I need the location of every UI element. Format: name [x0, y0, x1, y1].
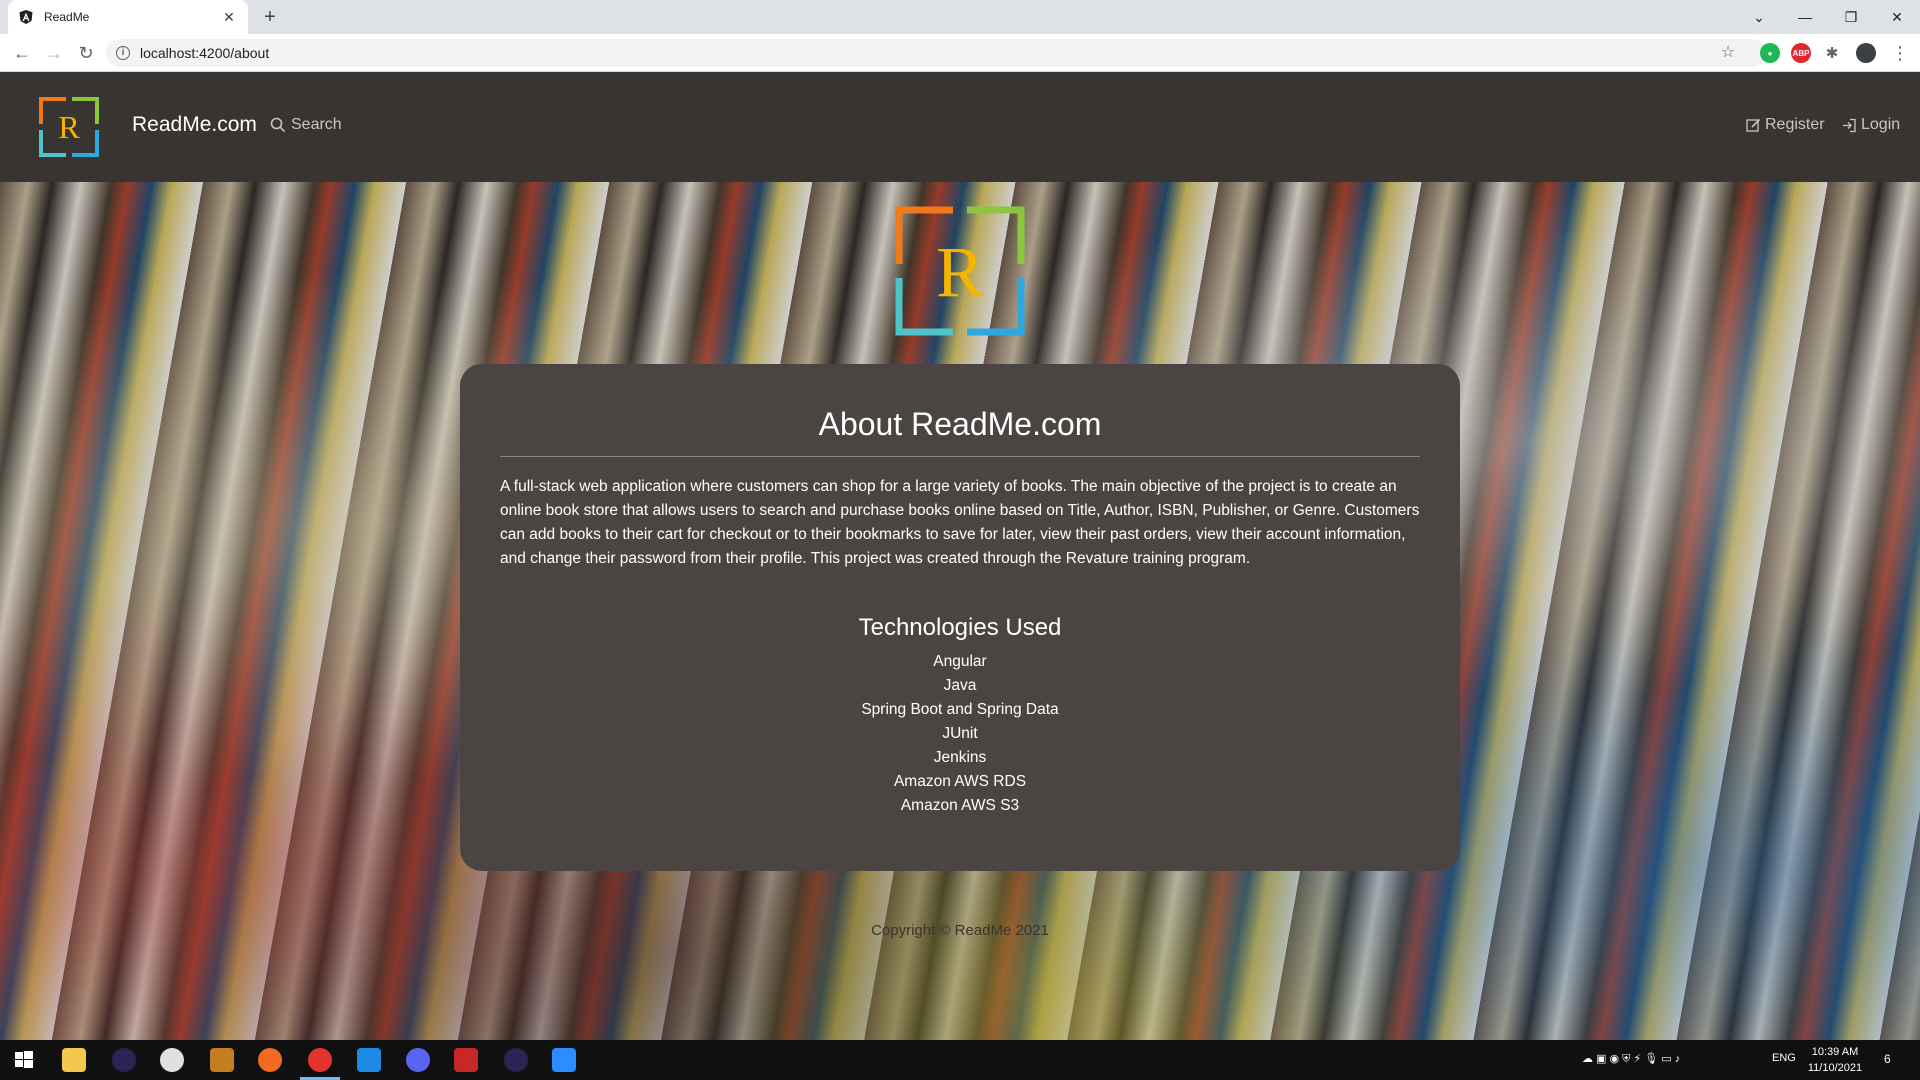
vscode-icon[interactable]: [357, 1048, 381, 1072]
extension-green-icon[interactable]: ●: [1760, 43, 1780, 63]
zoom-icon[interactable]: [552, 1048, 576, 1072]
tech-item: Spring Boot and Spring Data: [861, 701, 1059, 718]
profile-avatar[interactable]: [1856, 43, 1876, 63]
site-info-icon[interactable]: i: [116, 46, 130, 60]
forward-arrow-icon[interactable]: →: [42, 41, 66, 65]
extensions-puzzle-icon[interactable]: ✱: [1822, 43, 1842, 63]
discord-icon[interactable]: [406, 1048, 430, 1072]
register-label: Register: [1765, 116, 1825, 133]
language-indicator[interactable]: ENG: [1772, 1052, 1796, 1064]
hero-logo: R: [895, 206, 1025, 336]
browser-tabstrip: ReadMe ✕ + ⌄ — ❐ ✕: [0, 0, 1920, 34]
tech-item: Angular: [933, 653, 987, 670]
solidworks-icon[interactable]: [454, 1048, 478, 1072]
copyright-text: Copyright © ReadMe 2021: [871, 922, 1049, 939]
bookmark-star-icon[interactable]: ☆: [1716, 41, 1740, 65]
eclipse-icon[interactable]: [112, 1048, 136, 1072]
app-book-icon[interactable]: [210, 1048, 234, 1072]
brand-link[interactable]: ReadMe.com: [132, 113, 257, 137]
register-link[interactable]: Register: [1746, 116, 1825, 134]
restore-button[interactable]: ❐: [1828, 0, 1874, 34]
clock-date: 11/10/2021: [1807, 1062, 1863, 1074]
tray-icons[interactable]: ☁ ▣ ◉ ⛨ ⚡ 🎙 ▭ ♪: [1582, 1052, 1680, 1066]
eclipse-icon-2[interactable]: [504, 1048, 528, 1072]
tech-item: Amazon AWS S3: [900, 797, 1020, 814]
clock[interactable]: 10:39 AM 11/10/2021: [1800, 1044, 1870, 1076]
search-label: Search: [291, 116, 342, 133]
site-navbar: R ReadMe.com Search Register Login: [0, 72, 1920, 182]
svg-text:R: R: [58, 109, 80, 145]
about-card: About ReadMe.com A full-stack web applic…: [460, 364, 1460, 871]
tab-title: ReadMe: [44, 10, 90, 24]
tab-close-icon[interactable]: ✕: [220, 9, 238, 26]
reload-icon[interactable]: ↻: [74, 41, 98, 65]
svg-text:R: R: [936, 232, 984, 312]
windows-taskbar: ☁ ▣ ◉ ⛨ ⚡ 🎙 ▭ ♪ ENG 10:39 AM 11/10/2021 …: [0, 1040, 1920, 1080]
tech-item: Amazon AWS RDS: [893, 773, 1027, 790]
clock-time: 10:39 AM: [1811, 1046, 1859, 1058]
address-bar[interactable]: i localhost:4200/about: [106, 39, 1766, 67]
login-label: Login: [1861, 116, 1901, 133]
technologies-heading: Technologies Used: [858, 614, 1062, 641]
tech-item: Jenkins: [933, 749, 987, 766]
notification-center-icon[interactable]: 6: [1884, 1052, 1891, 1066]
minimize-button[interactable]: —: [1782, 0, 1828, 34]
notification-count: 6: [1884, 1052, 1891, 1066]
page: R ReadMe.com Search Register Login R Abo…: [0, 72, 1920, 1040]
tech-item: Java: [943, 677, 977, 694]
adblock-icon[interactable]: ABP: [1791, 43, 1811, 63]
postman-icon[interactable]: [258, 1048, 282, 1072]
search-link[interactable]: Search: [270, 116, 342, 134]
file-explorer-icon[interactable]: [62, 1048, 86, 1072]
windows-start-icon[interactable]: [12, 1048, 36, 1072]
browser-menu-icon[interactable]: ⋮: [1888, 41, 1912, 65]
tab-search-icon[interactable]: ⌄: [1736, 0, 1782, 34]
nav-logo[interactable]: R: [38, 96, 100, 158]
new-tab-button[interactable]: +: [258, 6, 282, 30]
page-title: About ReadMe.com: [818, 406, 1102, 442]
technologies-list: Angular Java Spring Boot and Spring Data…: [460, 650, 1460, 818]
browser-toolbar: ← → ↻ i localhost:4200/about ☆ ● ABP ✱ ⋮: [0, 34, 1920, 72]
title-divider: [500, 456, 1420, 457]
angular-favicon-icon: [18, 9, 34, 25]
search-icon: [270, 117, 286, 133]
about-description: A full-stack web application where custo…: [500, 478, 1420, 567]
url-text: localhost:4200/about: [140, 45, 270, 61]
login-link[interactable]: Login: [1842, 116, 1900, 134]
app-icon[interactable]: [160, 1048, 184, 1072]
login-icon: [1843, 118, 1856, 132]
back-arrow-icon[interactable]: ←: [10, 41, 34, 65]
chrome-icon[interactable]: [308, 1048, 332, 1072]
tech-item: JUnit: [942, 725, 978, 742]
browser-tab[interactable]: ReadMe ✕: [8, 0, 248, 34]
close-window-button[interactable]: ✕: [1874, 0, 1920, 34]
edit-icon: [1746, 118, 1761, 132]
